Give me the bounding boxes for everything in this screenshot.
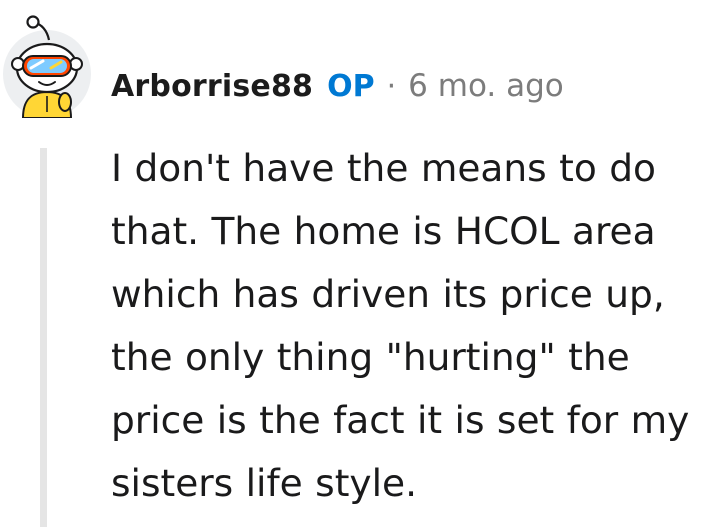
comment-body: I don't have the means to do that. The h… bbox=[111, 146, 690, 505]
username-link[interactable]: Arborrise88 bbox=[111, 69, 313, 104]
meta-separator: · bbox=[386, 68, 397, 104]
snoo-avatar-icon bbox=[3, 15, 91, 119]
thread-line[interactable] bbox=[40, 148, 47, 527]
comment-header: Arborrise88 OP · 6 mo. ago bbox=[111, 62, 564, 110]
avatar[interactable] bbox=[3, 10, 95, 119]
comment: Arborrise88 OP · 6 mo. ago I don't have … bbox=[0, 0, 725, 527]
op-badge: OP bbox=[327, 68, 375, 104]
timestamp-link[interactable]: 6 mo. ago bbox=[408, 68, 564, 104]
